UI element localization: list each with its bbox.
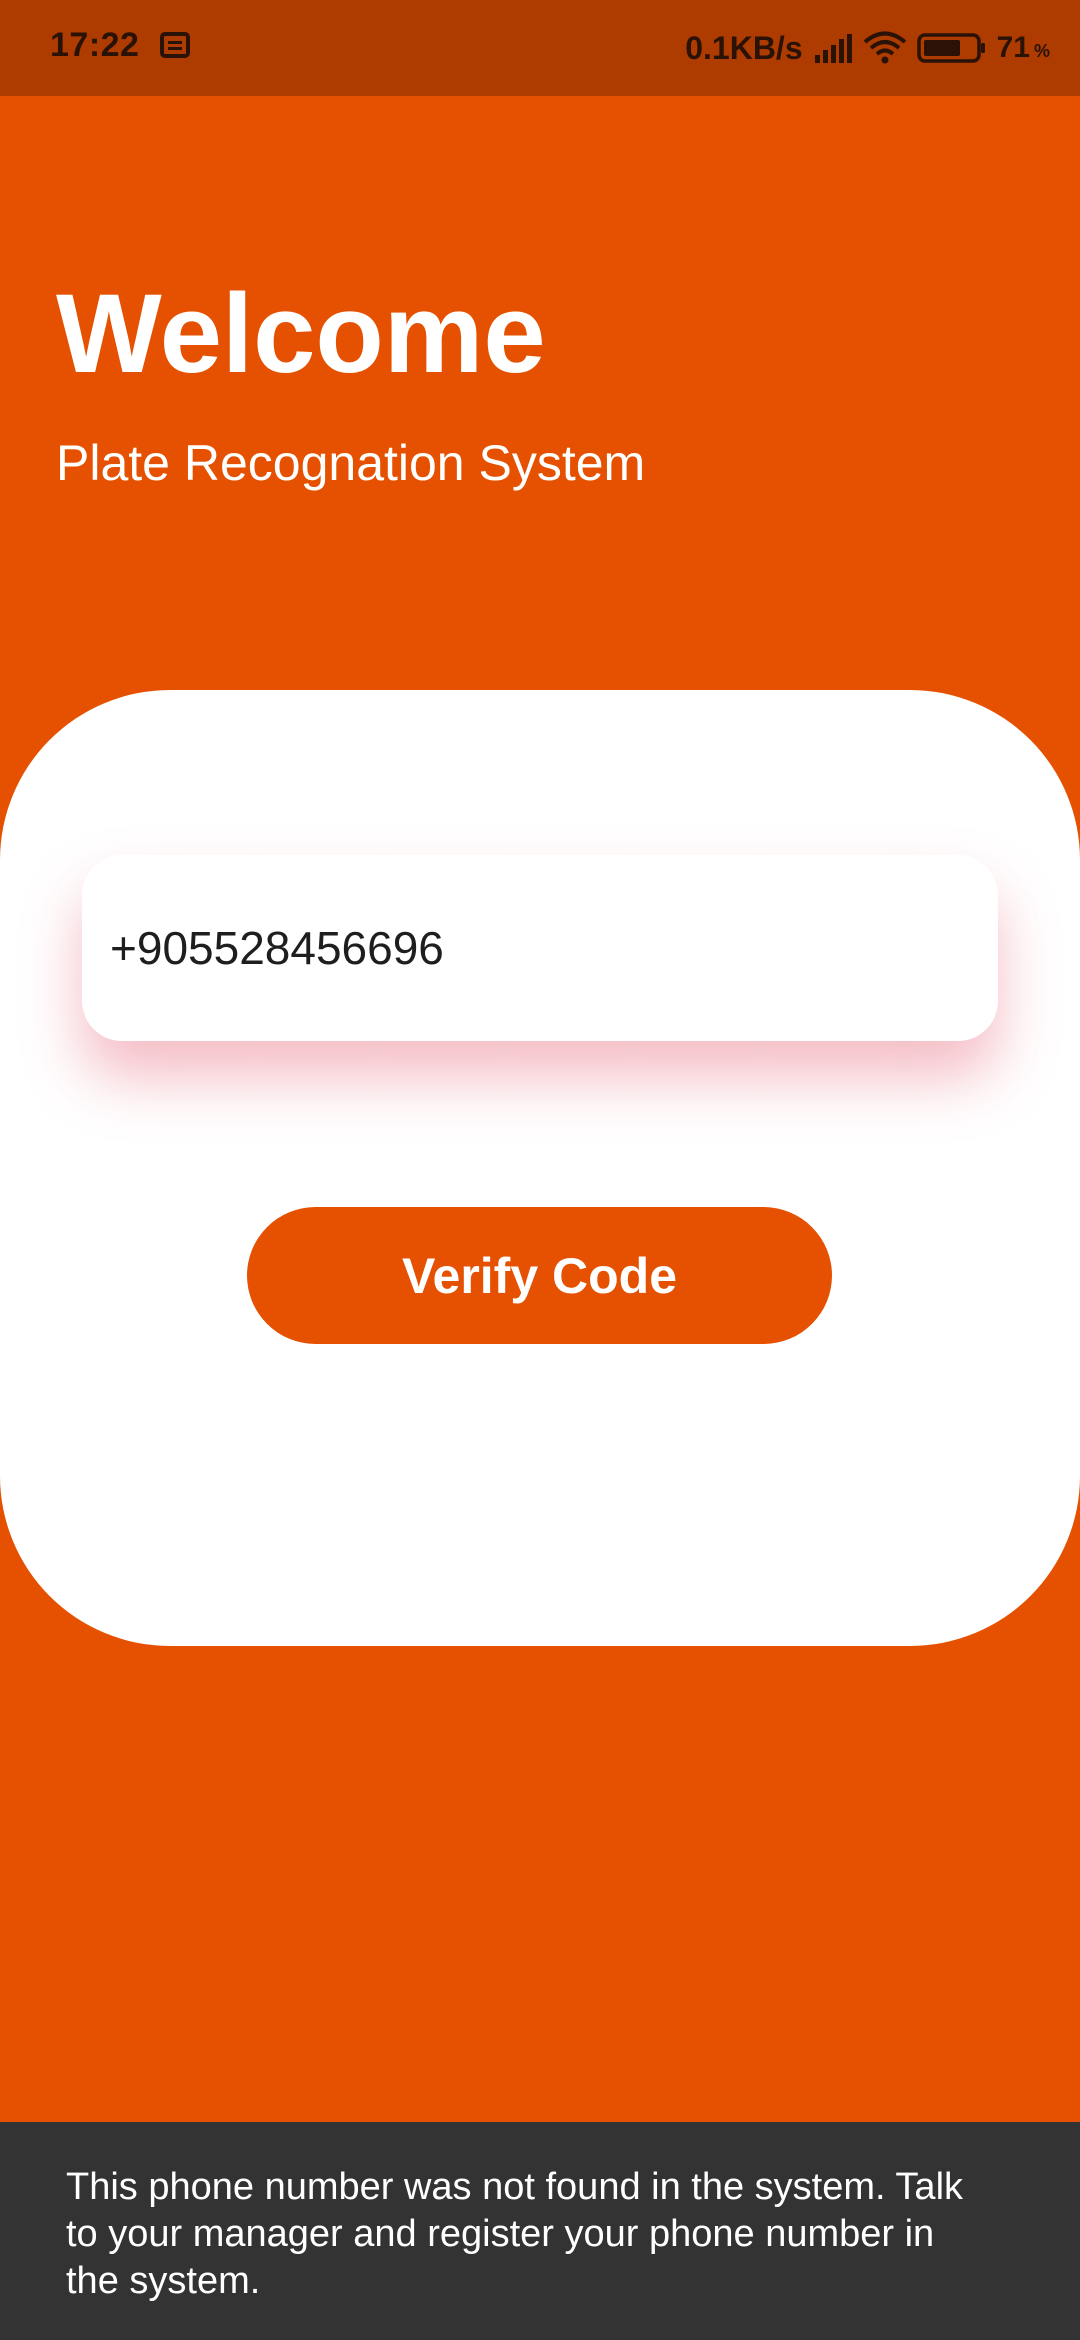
status-indicators: 0.1KB/s 71 % <box>685 26 1050 70</box>
wifi-icon <box>863 31 907 65</box>
verify-code-button[interactable]: Verify Code <box>247 1207 832 1344</box>
welcome-title: Welcome <box>56 271 546 396</box>
login-card <box>0 690 1080 1646</box>
battery-percent: 71% <box>997 31 1050 65</box>
status-bar: 17:22 0.1KB/s 71 % <box>0 0 1080 96</box>
snackbar-message: This phone number was not found in the s… <box>66 2166 964 2302</box>
signal-icon <box>813 33 853 63</box>
battery-percent-value: 71 <box>996 31 1030 64</box>
battery-percent-unit: % <box>1033 41 1050 61</box>
phone-input[interactable] <box>110 921 970 975</box>
phone-field[interactable] <box>82 855 998 1041</box>
status-time: 17:22 <box>50 26 140 64</box>
battery-icon <box>916 32 987 64</box>
network-speed: 0.1KB/s <box>685 29 803 66</box>
message-icon <box>160 32 190 60</box>
snackbar: This phone number was not found in the s… <box>0 2122 1080 2340</box>
welcome-subtitle: Plate Recognation System <box>56 435 646 491</box>
